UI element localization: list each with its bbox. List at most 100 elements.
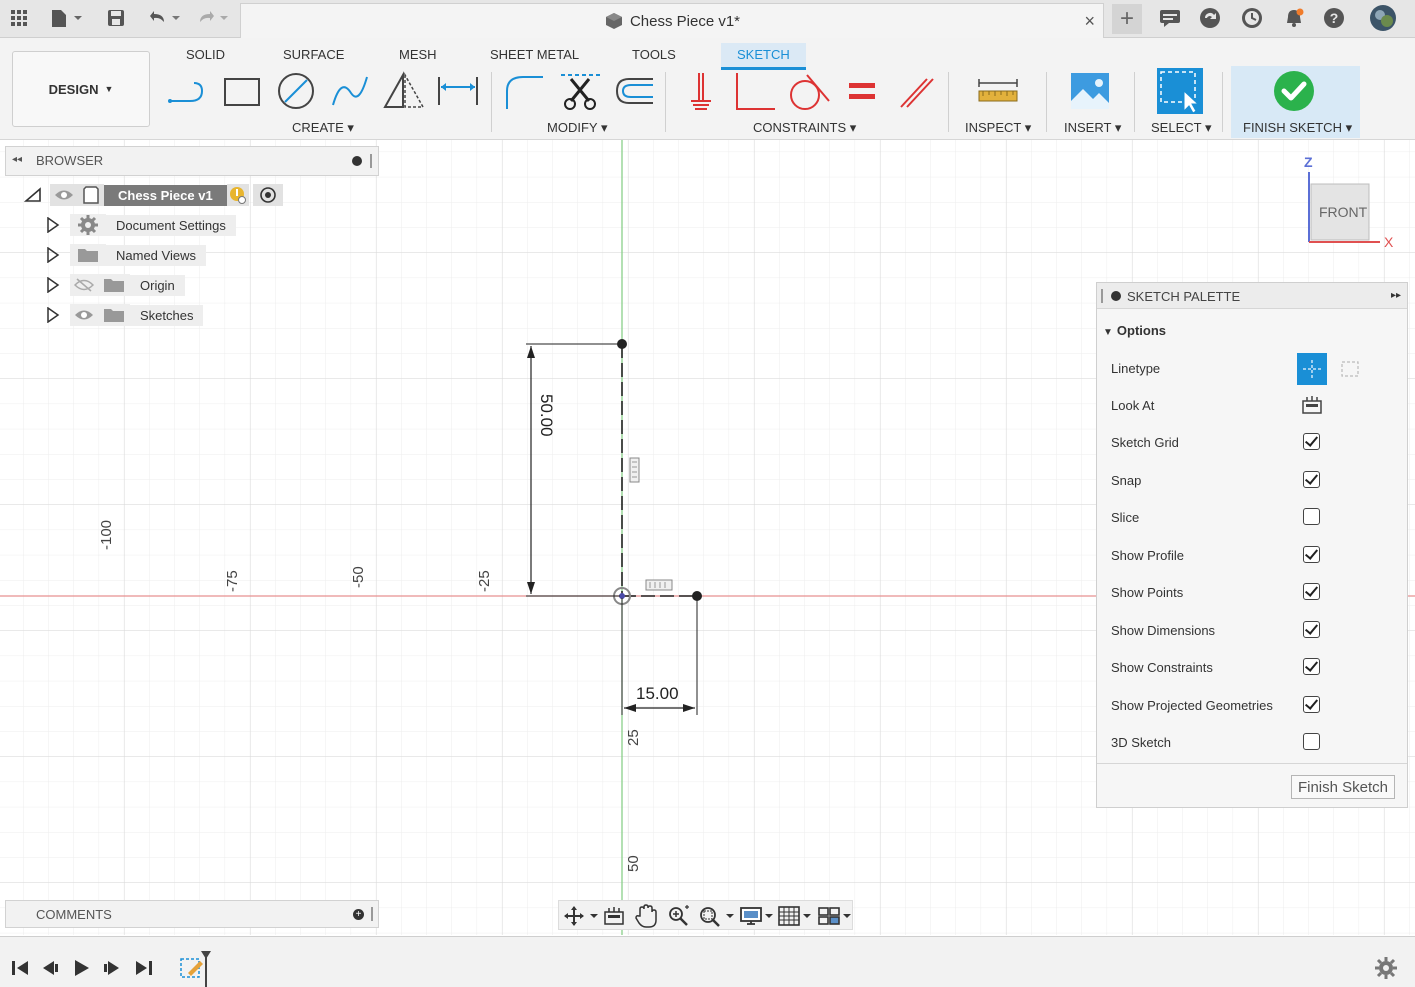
workspace-dropdown[interactable]: DESIGN ▼ bbox=[12, 51, 150, 127]
browser-item[interactable]: Document Settings bbox=[46, 214, 236, 236]
dimension-value-vertical[interactable]: 50.00 bbox=[536, 394, 556, 437]
tangent-constraint-tool[interactable] bbox=[784, 68, 832, 114]
activate-radio-icon[interactable] bbox=[252, 184, 283, 206]
file-menu-icon[interactable] bbox=[48, 6, 84, 30]
show-constraints-checkbox[interactable] bbox=[1303, 658, 1320, 675]
view-cube-face-label[interactable]: FRONT bbox=[1319, 204, 1367, 220]
measure-tool[interactable] bbox=[974, 68, 1022, 114]
expand-triangle-icon[interactable] bbox=[24, 187, 42, 203]
insert-image-tool[interactable] bbox=[1066, 68, 1114, 114]
redo-icon[interactable] bbox=[196, 6, 232, 30]
sync-icon[interactable] bbox=[1198, 6, 1222, 30]
expand-arrow-icon[interactable] bbox=[46, 247, 60, 263]
document-tab[interactable]: Chess Piece v1* × bbox=[240, 3, 1104, 38]
expand-arrow-icon[interactable] bbox=[46, 277, 60, 293]
finish-sketch-check-icon[interactable] bbox=[1270, 68, 1318, 114]
create-group-label[interactable]: CREATE ▾ bbox=[292, 120, 354, 136]
modify-group-label[interactable]: MODIFY ▾ bbox=[547, 120, 607, 136]
inspect-group-label[interactable]: INSPECT ▾ bbox=[965, 120, 1031, 136]
expand-palette-icon[interactable]: ▸▸ bbox=[1391, 290, 1401, 301]
browser-root-label[interactable]: Chess Piece v1 bbox=[104, 184, 227, 206]
close-tab-icon[interactable]: × bbox=[1084, 11, 1095, 32]
browser-item[interactable]: Sketches bbox=[46, 304, 204, 326]
construction-linetype-button[interactable] bbox=[1297, 353, 1327, 385]
insert-group-label[interactable]: INSERT ▾ bbox=[1064, 120, 1121, 136]
expand-arrow-icon[interactable] bbox=[46, 217, 60, 233]
centerline-linetype-icon[interactable] bbox=[1339, 359, 1361, 382]
panel-grip-icon[interactable] bbox=[1101, 289, 1103, 303]
trim-tool[interactable] bbox=[556, 68, 604, 114]
equal-constraint-tool[interactable] bbox=[838, 68, 886, 114]
offset-tool[interactable] bbox=[610, 68, 658, 114]
browser-options-icon[interactable] bbox=[352, 156, 362, 166]
step-forward-icon[interactable] bbox=[102, 959, 122, 980]
app-grid-icon[interactable] bbox=[8, 6, 30, 30]
tab-solid[interactable]: SOLID bbox=[186, 43, 225, 67]
sketch-palette-header[interactable]: SKETCH PALETTE ▸▸ bbox=[1097, 283, 1407, 309]
finish-sketch-label[interactable]: FINISH SKETCH ▾ bbox=[1243, 120, 1352, 136]
step-back-icon[interactable] bbox=[40, 959, 60, 980]
browser-item[interactable]: Named Views bbox=[46, 244, 206, 266]
show-projected-geometries-checkbox[interactable] bbox=[1303, 696, 1320, 713]
add-comment-icon[interactable]: + bbox=[353, 909, 364, 920]
go-to-start-icon[interactable] bbox=[10, 959, 30, 980]
browser-item-label[interactable]: Origin bbox=[130, 274, 185, 296]
job-status-icon[interactable] bbox=[1158, 6, 1182, 30]
tab-surface[interactable]: SURFACE bbox=[283, 43, 344, 67]
display-settings-icon[interactable] bbox=[739, 905, 775, 930]
browser-item-label[interactable]: Document Settings bbox=[106, 214, 236, 236]
undo-icon[interactable] bbox=[144, 6, 184, 30]
expand-arrow-icon[interactable] bbox=[46, 307, 60, 323]
timeline-sketch-feature-icon[interactable] bbox=[178, 949, 212, 987]
save-icon[interactable] bbox=[104, 6, 128, 30]
rectangle-tool[interactable] bbox=[218, 68, 266, 114]
collapse-browser-icon[interactable]: ◂◂ bbox=[12, 154, 22, 165]
tab-sketch[interactable]: SKETCH bbox=[721, 43, 806, 70]
coincident-constraint-tool[interactable] bbox=[676, 68, 724, 114]
warning-badge-icon[interactable] bbox=[226, 184, 249, 206]
fillet-tool[interactable] bbox=[500, 68, 548, 114]
panel-grip-icon[interactable] bbox=[371, 907, 373, 921]
panel-grip-icon[interactable] bbox=[370, 154, 372, 168]
help-icon[interactable]: ? bbox=[1322, 6, 1346, 30]
tab-tools[interactable]: TOOLS bbox=[632, 43, 676, 67]
view-cube[interactable]: FRONT Z X bbox=[1300, 152, 1396, 252]
grid-settings-icon[interactable] bbox=[777, 905, 813, 930]
show-profile-checkbox[interactable] bbox=[1303, 546, 1320, 563]
arc-tool[interactable] bbox=[326, 68, 374, 114]
perpendicular-constraint-tool[interactable] bbox=[730, 68, 778, 114]
browser-item-label[interactable]: Named Views bbox=[106, 244, 206, 266]
zoom-icon[interactable] bbox=[667, 905, 691, 930]
browser-item[interactable]: Origin bbox=[46, 274, 185, 296]
3d-sketch-checkbox[interactable] bbox=[1303, 733, 1320, 750]
go-to-end-icon[interactable] bbox=[134, 959, 154, 980]
slice-checkbox[interactable] bbox=[1303, 508, 1320, 525]
notifications-icon[interactable] bbox=[1282, 6, 1306, 30]
select-tool[interactable] bbox=[1156, 68, 1204, 114]
new-tab-button[interactable]: + bbox=[1112, 4, 1142, 34]
user-avatar[interactable] bbox=[1368, 5, 1398, 31]
timeline-settings-gear-icon[interactable] bbox=[1375, 957, 1397, 982]
clock-icon[interactable] bbox=[1240, 6, 1264, 30]
sketch-grid-checkbox[interactable] bbox=[1303, 433, 1320, 450]
constraints-group-label[interactable]: CONSTRAINTS ▾ bbox=[753, 120, 856, 136]
dimension-value-horizontal[interactable]: 15.00 bbox=[636, 684, 679, 704]
eye-icon[interactable] bbox=[70, 304, 98, 326]
viewports-icon[interactable] bbox=[817, 905, 853, 930]
show-dimensions-checkbox[interactable] bbox=[1303, 621, 1320, 638]
parallel-constraint-tool[interactable] bbox=[892, 68, 940, 114]
show-points-checkbox[interactable] bbox=[1303, 583, 1320, 600]
snap-checkbox[interactable] bbox=[1303, 471, 1320, 488]
finish-sketch-button[interactable]: Finish Sketch bbox=[1291, 775, 1395, 799]
select-group-label[interactable]: SELECT ▾ bbox=[1151, 120, 1211, 136]
eye-hidden-icon[interactable] bbox=[70, 274, 98, 296]
pan-hand-icon[interactable] bbox=[635, 904, 657, 931]
fit-window-icon[interactable] bbox=[697, 905, 737, 930]
line-tool[interactable] bbox=[165, 68, 213, 114]
browser-root-row[interactable]: Chess Piece v1 bbox=[24, 184, 283, 206]
look-at-icon[interactable] bbox=[1301, 395, 1323, 418]
palette-options-icon[interactable] bbox=[1111, 291, 1121, 301]
circle-tool[interactable] bbox=[272, 68, 320, 114]
tab-sheet-metal[interactable]: SHEET METAL bbox=[490, 43, 579, 67]
look-at-nav-icon[interactable] bbox=[603, 906, 625, 929]
